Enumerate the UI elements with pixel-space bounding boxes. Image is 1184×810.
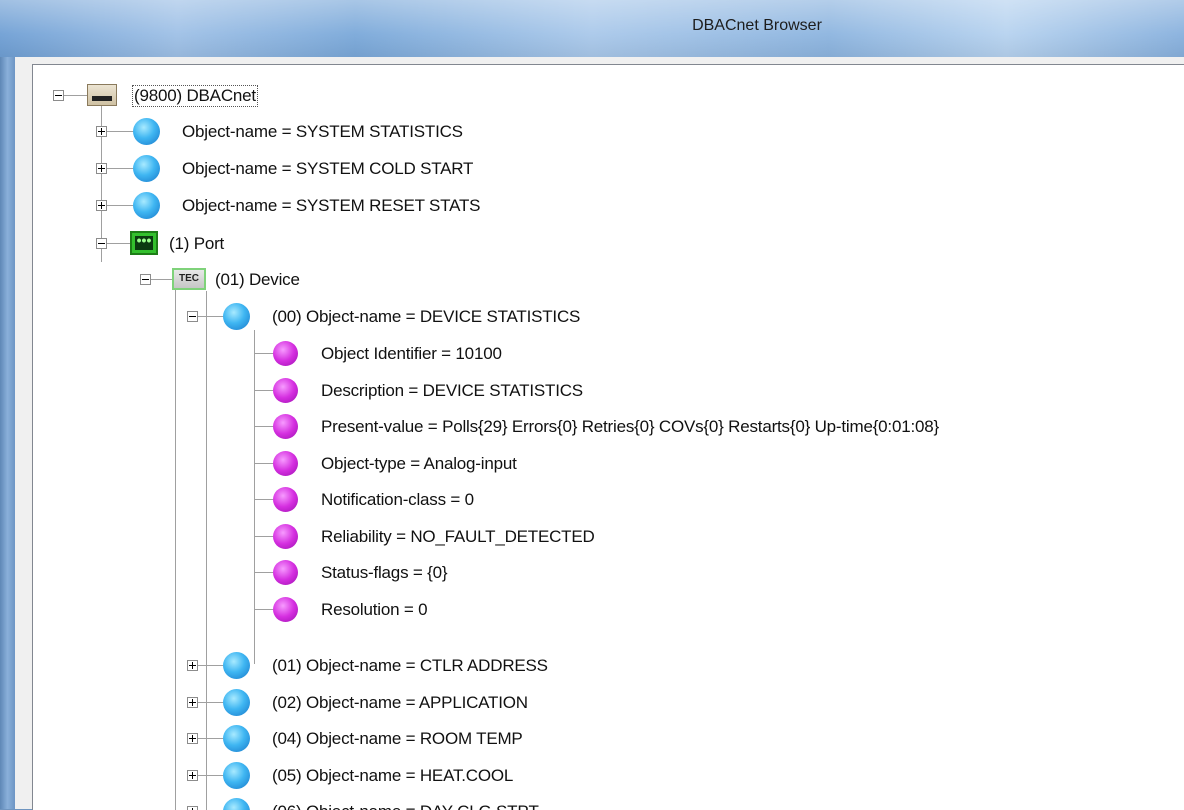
property-label: Object-type = Analog-input — [321, 453, 517, 473]
tree-node-device[interactable]: TEC (01) Device — [33, 261, 1184, 298]
expand-toggle[interactable] — [96, 163, 107, 174]
blue-sphere-icon — [223, 798, 250, 810]
expand-toggle[interactable] — [187, 660, 198, 671]
property-row[interactable]: Description = DEVICE STATISTICS — [33, 372, 1184, 409]
collapse-toggle[interactable] — [187, 311, 198, 322]
tree-line — [151, 279, 173, 280]
collapse-toggle[interactable] — [53, 90, 64, 101]
expand-toggle[interactable] — [96, 126, 107, 137]
tree-node-object[interactable]: (01) Object-name = CTLR ADDRESS — [33, 647, 1184, 684]
tree-node-label: (01) Object-name = CTLR ADDRESS — [272, 656, 548, 675]
tree-node-object[interactable]: Object-name = SYSTEM RESET STATS — [33, 187, 1184, 224]
window-frame-left — [0, 57, 15, 809]
property-label: Reliability = NO_FAULT_DETECTED — [321, 526, 595, 546]
port-icon: ••• — [130, 231, 158, 255]
property-row[interactable]: Notification-class = 0 — [33, 481, 1184, 518]
purple-sphere-icon — [273, 523, 298, 549]
root-node-label: (9800) DBACnet — [132, 85, 258, 107]
tree-node-label: (02) Object-name = APPLICATION — [272, 692, 528, 712]
tree-node-label: Object-name = SYSTEM RESET STATS — [182, 196, 481, 215]
property-row[interactable]: Object Identifier = 10100 — [33, 335, 1184, 372]
tree-node-object[interactable]: (02) Object-name = APPLICATION — [33, 684, 1184, 721]
tree-node-port[interactable]: ••• (1) Port — [33, 225, 1184, 262]
property-label: Resolution = 0 — [321, 599, 428, 619]
tree-node-label: (05) Object-name = HEAT.COOL — [272, 765, 514, 785]
blue-sphere-icon — [223, 688, 250, 716]
property-row[interactable]: Status-flags = {0} — [33, 554, 1184, 591]
tree-node-object[interactable]: (05) Object-name = HEAT.COOL — [33, 757, 1184, 794]
purple-sphere-icon — [273, 414, 298, 439]
purple-sphere-icon — [273, 450, 298, 476]
tree-node-object-expanded[interactable]: (00) Object-name = DEVICE STATISTICS — [33, 298, 1184, 335]
tree-line — [198, 316, 226, 317]
client-area: (9800) DBACnet Object-name = SYSTEM STAT… — [15, 57, 1184, 810]
tree-node-label: Object-name = SYSTEM COLD START — [182, 159, 474, 178]
blue-sphere-icon — [223, 303, 250, 330]
object-tree[interactable]: (9800) DBACnet Object-name = SYSTEM STAT… — [32, 64, 1184, 810]
network-device-icon — [87, 84, 117, 106]
tec-device-icon: TEC — [172, 268, 206, 290]
tree-node-label: (04) Object-name = ROOM TEMP — [272, 729, 523, 748]
expand-toggle[interactable] — [187, 769, 198, 781]
expand-toggle[interactable] — [96, 200, 107, 211]
property-row[interactable]: Object-type = Analog-input — [33, 445, 1184, 482]
purple-sphere-icon — [273, 596, 298, 622]
property-row[interactable]: Present-value = Polls{29} Errors{0} Retr… — [33, 408, 1184, 445]
purple-sphere-icon — [273, 487, 298, 512]
property-label: Object Identifier = 10100 — [321, 344, 502, 363]
collapse-toggle[interactable] — [96, 238, 107, 249]
tree-node-label: Object-name = SYSTEM STATISTICS — [182, 122, 463, 141]
blue-sphere-icon — [133, 155, 160, 182]
property-row[interactable]: Resolution = 0 — [33, 591, 1184, 628]
tree-node-object[interactable]: (06) Object-name = DAY CLG STPT — [33, 793, 1184, 810]
purple-sphere-icon — [273, 560, 298, 585]
blue-sphere-icon — [223, 652, 250, 679]
tree-node-root[interactable]: (9800) DBACnet — [33, 77, 1184, 114]
tree-node-label: (01) Device — [215, 270, 300, 289]
blue-sphere-icon — [223, 761, 250, 789]
blue-sphere-icon — [223, 725, 250, 752]
tree-line — [198, 774, 226, 776]
tree-line — [198, 738, 226, 739]
tree-node-label: (1) Port — [169, 234, 225, 253]
tree-node-label: (00) Object-name = DEVICE STATISTICS — [272, 307, 581, 326]
window-title: DBACnet Browser — [692, 17, 822, 34]
expand-toggle[interactable] — [187, 733, 198, 744]
property-label: Description = DEVICE STATISTICS — [321, 380, 583, 400]
purple-sphere-icon — [273, 377, 298, 403]
collapse-toggle[interactable] — [140, 274, 151, 285]
tree-node-object[interactable]: (04) Object-name = ROOM TEMP — [33, 720, 1184, 757]
tree-line — [198, 665, 226, 666]
blue-sphere-icon — [133, 118, 160, 145]
title-bar[interactable]: DBACnet Browser — [0, 0, 1184, 57]
blue-sphere-icon — [133, 192, 160, 219]
property-label: Status-flags = {0} — [321, 563, 448, 582]
property-row[interactable]: Reliability = NO_FAULT_DETECTED — [33, 518, 1184, 555]
purple-sphere-icon — [273, 341, 298, 366]
port-icon-glyph: ••• — [135, 232, 153, 250]
property-label: Notification-class = 0 — [321, 490, 474, 509]
tree-line — [198, 701, 226, 703]
property-label: Present-value = Polls{29} Errors{0} Retr… — [321, 417, 939, 436]
tree-node-object[interactable]: Object-name = SYSTEM STATISTICS — [33, 113, 1184, 150]
expand-toggle[interactable] — [187, 696, 198, 708]
tree-node-object[interactable]: Object-name = SYSTEM COLD START — [33, 150, 1184, 187]
expand-toggle[interactable] — [187, 806, 198, 810]
